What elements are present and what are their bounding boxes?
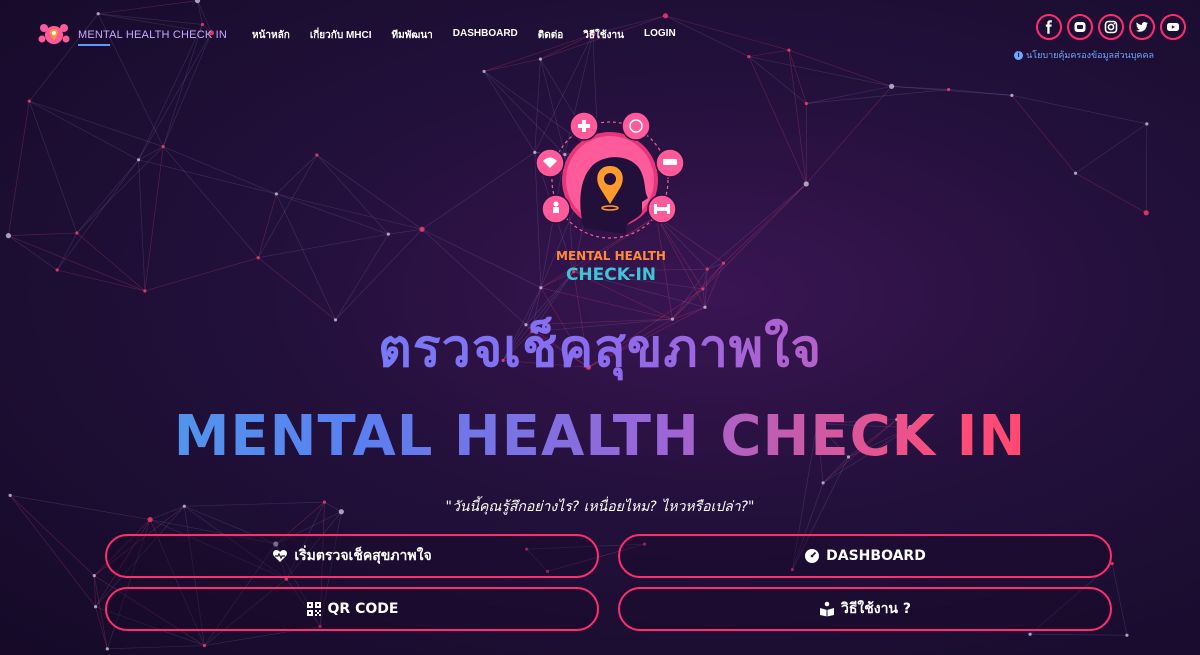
qr-code-button[interactable]: QR CODE [105,587,599,631]
twitter-icon [1136,22,1148,32]
hero-title-thai: ตรวจเช็คสุขภาพใจ [0,306,1200,389]
hero-logo: MENTAL HEALTH CHECK-IN [535,111,685,285]
qr-code-icon [306,602,321,616]
nav-item-login[interactable]: LOGIN [644,28,676,43]
hero-logo-line1: MENTAL HEALTH [556,249,666,263]
main-nav: หน้าหลัก เกี่ยวกับ MHCI ทีมพัฒนา DASHBOA… [252,28,676,43]
nav-item-contact[interactable]: ติดต่อ [538,28,564,43]
twitter-button[interactable] [1129,14,1155,40]
start-check-button[interactable]: เริ่มตรวจเช็คสุขภาพใจ [105,534,599,578]
nav-item-team[interactable]: ทีมพัฒนา [392,28,433,43]
line-icon [1074,22,1086,32]
nav-item-howto[interactable]: วิธีใช้งาน [583,28,624,43]
facebook-button[interactable] [1036,14,1062,40]
social-links [1036,14,1186,40]
dashboard-label: DASHBOARD [826,548,926,564]
hero-subtitle: "วันนี้คุณรู้สึกอย่างไร? เหนื่อยไหม? ไหว… [445,499,755,515]
how-to-use-button[interactable]: วิธีใช้งาน ? [618,587,1112,631]
speedometer-icon [805,549,820,563]
reading-person-icon [819,601,834,617]
nav-item-dashboard[interactable]: DASHBOARD [453,28,518,43]
how-to-use-label: วิธีใช้งาน ? [840,601,911,617]
privacy-label: นโยบายคุ้มครองข้อมูลส่วนบุคคล [1026,50,1154,60]
brand[interactable]: MENTAL HEALTH CHECK IN [38,22,227,48]
instagram-icon [1104,20,1118,34]
nav-item-home[interactable]: หน้าหลัก [252,28,290,43]
youtube-icon [1167,23,1179,31]
info-icon: i [1014,50,1024,60]
brand-name: MENTAL HEALTH CHECK IN [78,29,228,46]
youtube-button[interactable] [1160,14,1186,40]
line-button[interactable] [1067,14,1093,40]
hero-title-english: MENTAL HEALTH CHECK IN [0,404,1200,469]
hero-logo-line2: CHECK-IN [566,265,656,285]
dashboard-button[interactable]: DASHBOARD [618,534,1112,578]
privacy-policy-link[interactable]: i นโยบายคุ้มครองข้อมูลส่วนบุคคล [1014,48,1154,62]
brand-logo-icon [38,24,70,44]
heartbeat-icon [273,550,288,562]
start-check-label: เริ่มตรวจเช็คสุขภาพใจ [294,548,432,564]
facebook-icon [1045,20,1052,34]
instagram-button[interactable] [1098,14,1124,40]
nav-item-about[interactable]: เกี่ยวกับ MHCI [310,28,372,43]
qr-code-label: QR CODE [327,601,399,617]
